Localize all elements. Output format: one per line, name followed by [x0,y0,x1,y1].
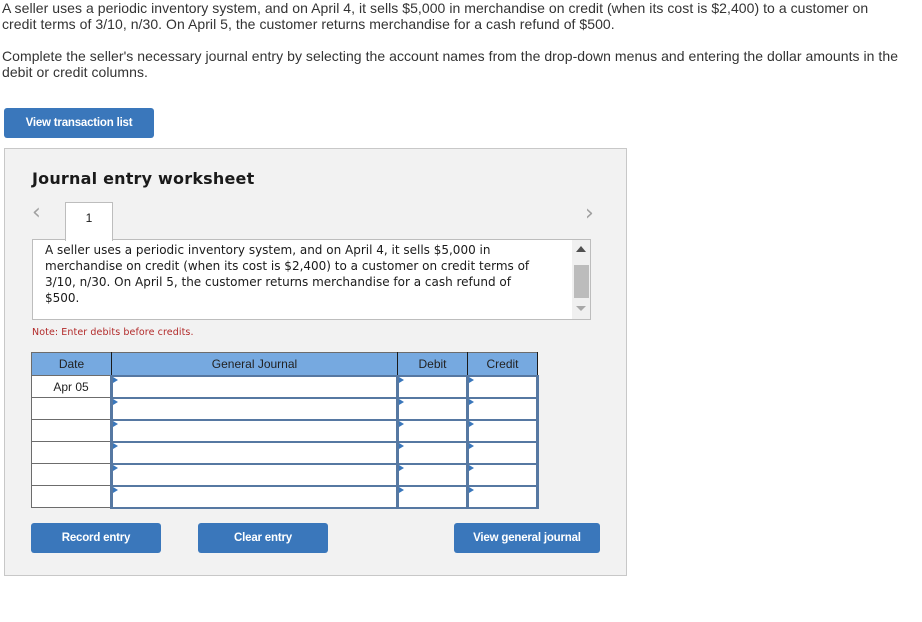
worksheet-tab-1[interactable]: 1 [65,202,113,241]
journal-row [31,418,539,443]
date-cell [31,463,112,486]
cell-marker-icon [399,464,404,471]
date-cell [31,419,112,442]
chevron-left-icon[interactable]: ‹ [32,201,41,225]
credit-input[interactable] [469,464,536,485]
debit-cell [396,484,469,509]
debit-cell [396,418,469,443]
journal-row [31,484,539,509]
cell-marker-icon [399,420,404,427]
credit-cell [466,440,539,465]
account-select[interactable] [113,420,396,441]
credit-input[interactable] [469,398,536,419]
debit-cell [396,396,469,421]
cell-marker-icon [113,376,118,383]
cell-marker-icon [113,486,118,493]
date-cell: Apr 05 [31,375,112,398]
cell-marker-icon [113,442,118,449]
credit-input[interactable] [469,486,536,507]
debit-input[interactable] [399,420,466,441]
journal-row [31,462,539,487]
debits-note: Note: Enter debits before credits. [32,327,194,338]
problem-statement: A seller uses a periodic inventory syste… [2,0,902,80]
account-cell [110,374,399,399]
date-cell [31,441,112,464]
account-select[interactable] [113,376,396,397]
account-cell [110,484,399,509]
credit-cell [466,484,539,509]
worksheet-title: Journal entry worksheet [32,169,255,188]
credit-cell [466,462,539,487]
description-scrollbar[interactable] [572,240,590,319]
debit-input[interactable] [399,464,466,485]
account-select[interactable] [113,464,396,485]
account-select[interactable] [113,398,396,419]
date-column-header: Date [31,352,112,376]
debit-column-header: Debit [397,352,468,376]
journal-header-row: Date General Journal Debit Credit [31,352,538,376]
debit-input[interactable] [399,398,466,419]
account-cell [110,418,399,443]
record-entry-button[interactable]: Record entry [31,523,161,553]
cell-marker-icon [113,420,118,427]
chevron-right-icon[interactable]: › [585,202,594,226]
cell-marker-icon [113,464,118,471]
date-cell [31,397,112,420]
cell-marker-icon [399,398,404,405]
cell-marker-icon [399,486,404,493]
credit-input[interactable] [469,376,536,397]
scrollbar-thumb[interactable] [574,265,589,298]
account-cell [110,396,399,421]
debit-input[interactable] [399,442,466,463]
problem-paragraph-1: A seller uses a periodic inventory syste… [2,0,869,32]
debit-cell [396,462,469,487]
account-select[interactable] [113,486,396,507]
transaction-description: A seller uses a periodic inventory syste… [45,243,530,305]
credit-cell [466,418,539,443]
scroll-up-arrow-icon[interactable] [576,246,586,252]
account-select[interactable] [113,442,396,463]
clear-entry-button[interactable]: Clear entry [198,523,328,553]
cell-marker-icon [469,442,474,449]
problem-paragraph-2: Complete the seller's necessary journal … [2,48,899,80]
cell-marker-icon [113,398,118,405]
cell-marker-icon [469,398,474,405]
cell-marker-icon [469,420,474,427]
transaction-description-box: A seller uses a periodic inventory syste… [32,239,591,320]
journal-row: Apr 05 [31,374,539,399]
debit-cell [396,374,469,399]
cell-marker-icon [469,376,474,383]
view-transaction-list-button[interactable]: View transaction list [4,108,154,138]
cell-marker-icon [469,464,474,471]
date-cell [31,485,112,508]
journal-table: Date General Journal Debit Credit Apr 05 [31,352,539,509]
credit-column-header: Credit [467,352,538,376]
cell-marker-icon [469,486,474,493]
debit-cell [396,440,469,465]
scroll-down-arrow-icon[interactable] [576,306,586,311]
credit-input[interactable] [469,420,536,441]
credit-cell [466,374,539,399]
credit-input[interactable] [469,442,536,463]
cell-marker-icon [399,442,404,449]
journal-row [31,440,539,465]
debit-input[interactable] [399,376,466,397]
view-general-journal-button[interactable]: View general journal [454,523,600,553]
journal-entry-worksheet: Journal entry worksheet ‹ 1 › A seller u… [4,148,627,576]
account-cell [110,440,399,465]
cell-marker-icon [399,376,404,383]
debit-input[interactable] [399,486,466,507]
general-journal-column-header: General Journal [111,352,398,376]
journal-row [31,396,539,421]
account-cell [110,462,399,487]
credit-cell [466,396,539,421]
